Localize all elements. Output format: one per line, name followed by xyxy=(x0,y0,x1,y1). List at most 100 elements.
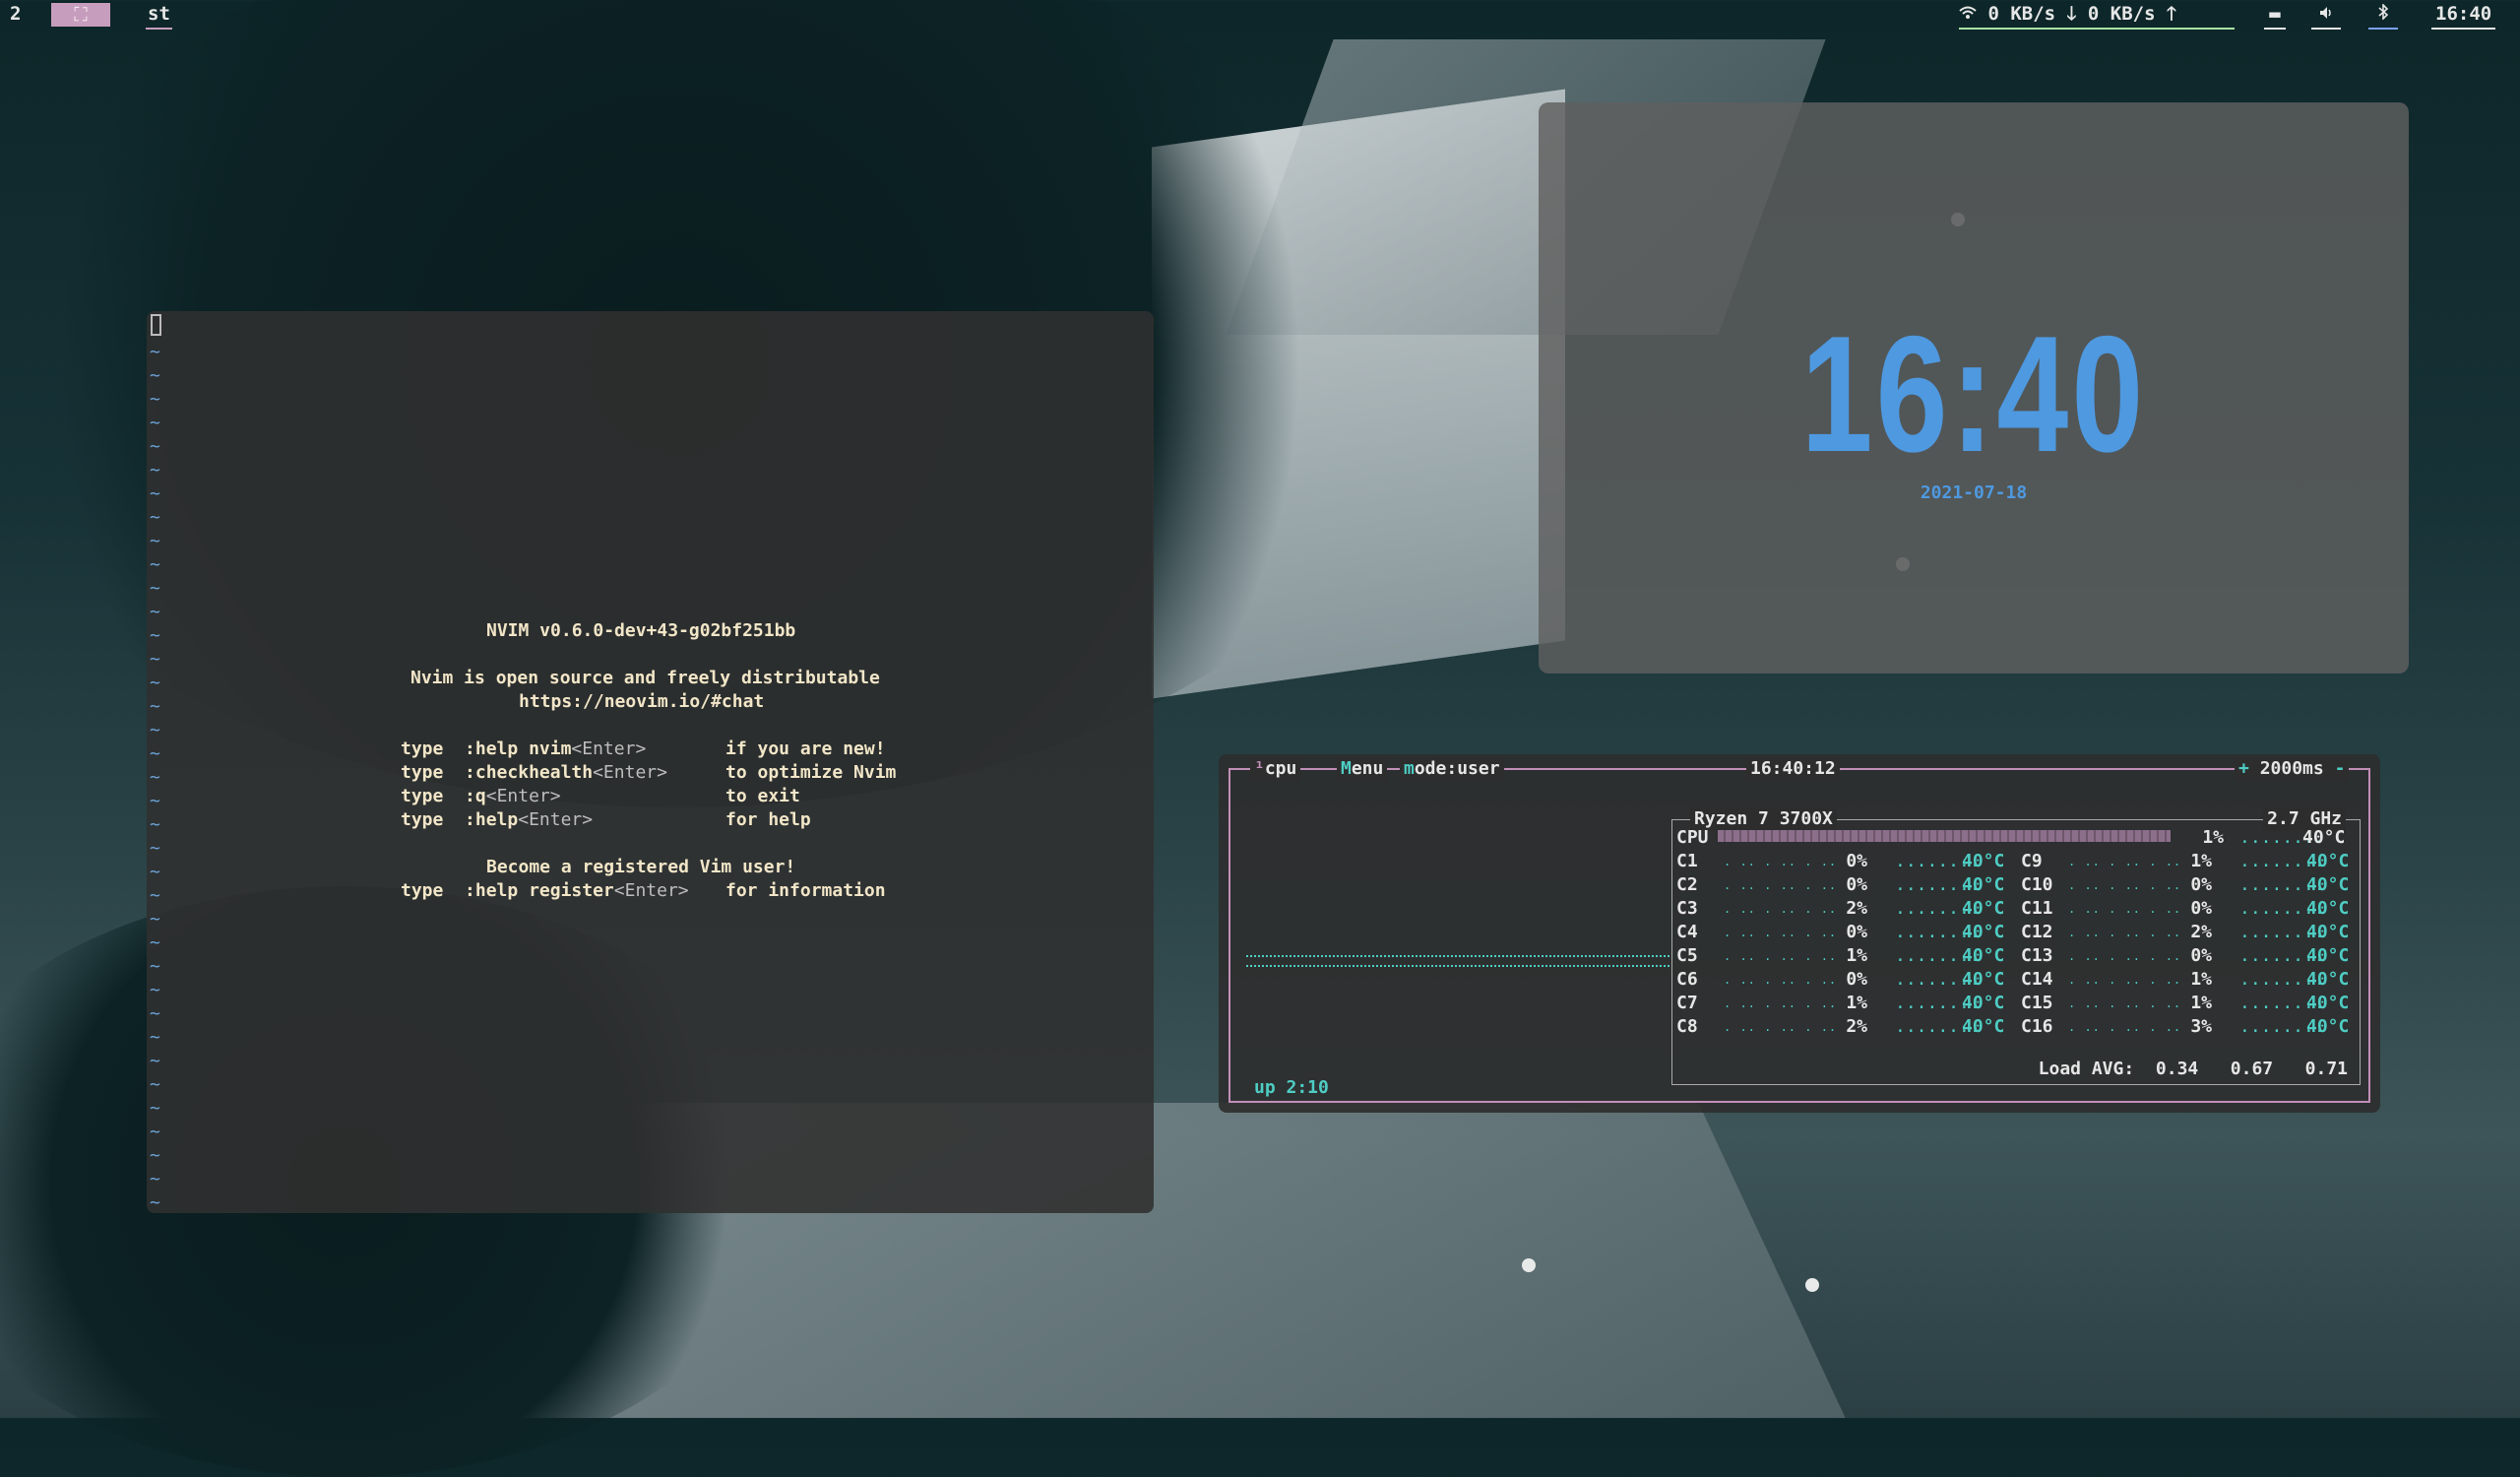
core-name: C4 xyxy=(1676,922,1698,942)
net-up-value: 0 KB/s xyxy=(2087,3,2156,25)
core-graph: . .. . .. . .. xyxy=(2068,902,2182,916)
core-graph: . .. . .. . .. xyxy=(1724,855,1838,868)
core-graph: . .. . .. . .. xyxy=(1724,1020,1838,1034)
core-graph: . .. . .. . .. xyxy=(1724,996,1838,1010)
help-row: type :checkhealth<Enter> xyxy=(401,762,667,783)
interval-decrease-button[interactable]: - xyxy=(2335,758,2346,779)
volume-icon[interactable] xyxy=(2311,2,2341,30)
help-row: type :help register<Enter> xyxy=(401,880,689,901)
core-graph: . .. . .. . .. xyxy=(2068,926,2182,939)
core-name: C13 xyxy=(2021,945,2053,966)
big-clock: 16:40 xyxy=(1800,301,2147,486)
core-temp-bar: ........ xyxy=(1895,1016,1981,1037)
btop-time: 16:40:12 xyxy=(1746,757,1840,781)
core-graph: . .. . .. . .. xyxy=(1724,902,1838,916)
cpu-model: Ryzen 7 3700X xyxy=(1690,807,1837,831)
wallpaper-dot xyxy=(1522,1258,1536,1272)
core-temp-bar: ........ xyxy=(2239,1016,2325,1037)
tag-number[interactable]: 2 xyxy=(10,2,21,28)
help-row: type :help<Enter> xyxy=(401,809,594,830)
core-temp-bar: ........ xyxy=(2239,945,2325,966)
core-name: C2 xyxy=(1676,874,1698,895)
clock-widget: 16:40 2021-07-18 xyxy=(1539,102,2409,674)
bar-clock[interactable]: 16:40 xyxy=(2431,2,2496,30)
help-row-desc: to optimize Nvim xyxy=(725,762,897,783)
cpu-graph xyxy=(1246,955,1670,967)
core-name: C8 xyxy=(1676,1016,1698,1037)
core-name: C11 xyxy=(2021,898,2053,919)
cpu-total-percent: 1% xyxy=(2202,827,2224,848)
tab-cpu[interactable]: ¹cpu xyxy=(1250,757,1301,781)
wallpaper-dot xyxy=(1805,1278,1819,1292)
net-down-value: 0 KB/s xyxy=(1987,3,2056,25)
core-graph: . .. . .. . .. xyxy=(2068,949,2182,963)
load-average: Load AVG: 0.34 0.67 0.71 xyxy=(2038,1059,2348,1079)
core-temp-bar: ........ xyxy=(1895,945,1981,966)
cpu-cores-box: Ryzen 7 3700X 2.7 GHz CPU 1% ........ 40… xyxy=(1671,807,2361,1085)
core-name: C12 xyxy=(2021,922,2053,942)
core-graph: . .. . .. . .. xyxy=(2068,1020,2182,1034)
cpu-total-label: CPU xyxy=(1676,827,1709,848)
core-graph: . .. . .. . .. xyxy=(2068,996,2182,1010)
cpu-panel: ¹cpu Menu mode:user 16:40:12 + 2000ms - … xyxy=(1228,757,2370,1103)
intro-line-1: Nvim is open source and freely distribut… xyxy=(410,668,880,688)
core-graph: . .. . .. . .. xyxy=(1724,949,1838,963)
bluetooth-icon[interactable] xyxy=(2368,2,2398,30)
core-graph: . .. . .. . .. xyxy=(2068,855,2182,868)
core-temp-bar: ........ xyxy=(2239,851,2325,871)
arrow-up-icon: 🡑 xyxy=(2166,3,2176,25)
arrow-down-icon: 🡓 xyxy=(2066,3,2077,25)
intro-line-2: https://neovim.io/#chat xyxy=(519,691,765,712)
core-name: C9 xyxy=(2021,851,2043,871)
core-graph: . .. . .. . .. xyxy=(1724,926,1838,939)
core-temp-bar: ........ xyxy=(1895,898,1981,919)
core-graph: . .. . .. . .. xyxy=(2068,973,2182,987)
nvim-version: NVIM v0.6.0-dev+43-g02bf251bb xyxy=(486,620,796,641)
nvim-window[interactable]: ~ ~ ~ ~ ~ ~ ~ ~ ~ ~ ~ ~ ~ ~ ~ ~ ~ ~ ~ ~ … xyxy=(147,311,1154,1213)
core-temp-bar: ........ xyxy=(1895,969,1981,990)
core-name: C10 xyxy=(2021,874,2053,895)
wifi-icon xyxy=(1959,2,1977,26)
window-title: st xyxy=(146,2,172,30)
core-temp-bar: ........ xyxy=(2239,898,2325,919)
cpu-total-meter xyxy=(1718,830,2171,842)
core-name: C3 xyxy=(1676,898,1698,919)
core-temp-bar: ........ xyxy=(1895,922,1981,942)
core-temp-bar: ........ xyxy=(2239,993,2325,1013)
clock-date: 2021-07-18 xyxy=(1920,482,2028,503)
interval-control[interactable]: + 2000ms - xyxy=(2235,757,2350,781)
menu-button[interactable]: Menu xyxy=(1337,757,1388,781)
core-graph: . .. . .. . .. xyxy=(1724,973,1838,987)
core-temp-bar: ........ xyxy=(2239,874,2325,895)
core-temp-bar: ........ xyxy=(1895,993,1981,1013)
core-temp-bar: ........ xyxy=(2239,969,2325,990)
core-name: C16 xyxy=(2021,1016,2053,1037)
help-row-desc: for help xyxy=(725,809,811,830)
core-graph: . .. . .. . .. xyxy=(2068,878,2182,892)
help-row: type :q<Enter> xyxy=(401,786,561,806)
core-temp-bar: ........ xyxy=(1895,851,1981,871)
battery-icon[interactable]: ▬ xyxy=(2264,2,2286,30)
status-bar: 2 ⛶ st 0 KB/s 🡓 0 KB/s 🡑 ▬ 16:40 xyxy=(0,0,2520,30)
mode-selector[interactable]: mode:user xyxy=(1400,757,1504,781)
interval-increase-button[interactable]: + xyxy=(2238,758,2249,779)
help-row-desc: if you are new! xyxy=(725,738,886,759)
core-temp-bar: ........ xyxy=(1895,874,1981,895)
help-row-desc: to exit xyxy=(725,786,800,806)
layout-indicator[interactable]: ⛶ xyxy=(51,3,110,27)
btop-window[interactable]: ¹cpu Menu mode:user 16:40:12 + 2000ms - … xyxy=(1219,754,2380,1113)
empty-line-markers: ~ ~ ~ ~ ~ ~ ~ ~ ~ ~ ~ ~ ~ ~ ~ ~ ~ ~ ~ ~ … xyxy=(150,342,160,1213)
core-graph: . .. . .. . .. xyxy=(1724,878,1838,892)
uptime: up 2:10 xyxy=(1254,1077,1329,1098)
register-line: Become a registered Vim user! xyxy=(486,857,796,877)
network-speed: 0 KB/s 🡓 0 KB/s 🡑 xyxy=(1959,2,2235,30)
core-name: C15 xyxy=(2021,993,2053,1013)
core-name: C1 xyxy=(1676,851,1698,871)
help-row-desc: for information xyxy=(725,880,886,901)
core-temp-bar: ........ xyxy=(2239,922,2325,942)
core-name: C7 xyxy=(1676,993,1698,1013)
help-row: type :help nvim<Enter> xyxy=(401,738,647,759)
core-name: C14 xyxy=(2021,969,2053,990)
core-name: C6 xyxy=(1676,969,1698,990)
cpu-total-temp: 40°C xyxy=(2302,827,2346,848)
